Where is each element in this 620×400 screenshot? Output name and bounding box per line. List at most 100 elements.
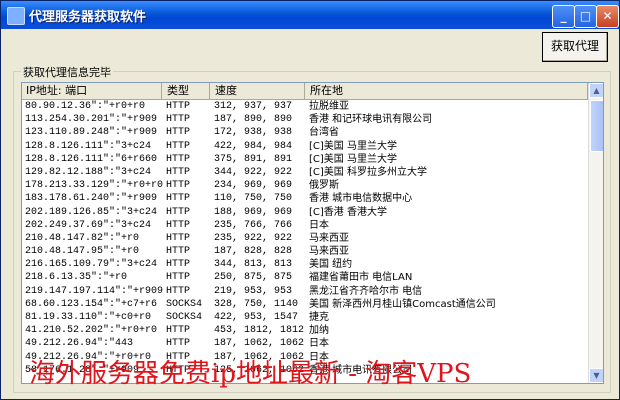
status-label: 获取代理信息完毕 xyxy=(21,64,113,80)
cell-type: HTTP xyxy=(166,285,191,297)
table-row[interactable]: 216.165.109.79":"3+c24 HTTP 344, 813, 813 美… xyxy=(22,258,588,271)
cell-ip: 129.82.12.188":"3+c24 xyxy=(25,166,152,178)
table-row[interactable]: 183.178.61.240":"+r909 HTTP 110, 750, 750 香… xyxy=(22,192,588,205)
cell-type: SOCKS4 xyxy=(166,312,203,323)
cell-type: HTTP xyxy=(166,338,191,350)
cell-speed: 187, 828, 828 xyxy=(214,246,293,258)
cell-speed: 422, 953, 1547 xyxy=(214,312,299,323)
column-header-ip[interactable]: IP地址: 端口 xyxy=(22,83,162,99)
cell-speed: 187, 1062, 1062 xyxy=(214,338,305,350)
cell-location: 美国 新泽西州月桂山镇Comcast通信公司 xyxy=(309,298,496,310)
cell-location: 马来西亚 xyxy=(309,246,349,258)
column-header-type[interactable]: 类型 xyxy=(163,83,210,99)
table-row[interactable]: 123.110.89.248":"+r909 HTTP 172, 938, 938 台… xyxy=(22,126,588,139)
minimize-button[interactable]: _ xyxy=(552,5,575,28)
cell-location: 美国 纽约 xyxy=(309,259,353,271)
table-row[interactable]: 80.90.12.36":"+r0+r0 HTTP 312, 937, 937 拉脱维… xyxy=(22,100,588,113)
list-rows: 80.90.12.36":"+r0+r0 HTTP 312, 937, 937 拉脱维… xyxy=(22,100,588,377)
cell-type: HTTP xyxy=(166,193,191,205)
cell-ip: 202.189.126.85":"3+c24 xyxy=(25,206,158,218)
cell-type: HTTP xyxy=(166,206,191,218)
cell-location: 日本 xyxy=(309,219,329,231)
table-row[interactable]: 218.6.13.35":"+r0 HTTP 250, 875, 875 福建省莆田市… xyxy=(22,271,588,284)
cell-ip: 219.147.197.114":"+r909 xyxy=(25,285,164,297)
close-button[interactable]: ✕ xyxy=(596,5,619,28)
cell-location: 日本 xyxy=(309,338,329,350)
cell-ip: 113.254.30.201":"+r909 xyxy=(25,114,158,126)
cell-ip: 68.60.123.154":"+c7+r6 xyxy=(25,298,158,310)
cell-ip: 210.48.147.82":"+r0 xyxy=(25,232,140,244)
cell-location: [C]香港 香港大学 xyxy=(309,206,387,218)
cell-location: 香港 和记环球电讯有限公司 xyxy=(309,114,433,126)
cell-location: [C]美国 马里兰大学 xyxy=(309,153,397,165)
table-row[interactable]: 81.19.33.110":"+c0+r0 SOCKS4 422, 953, 154… xyxy=(22,311,588,324)
cell-ip: 128.8.126.111":"6+r660 xyxy=(25,153,158,165)
cell-ip: 183.178.61.240":"+r909 xyxy=(25,193,158,205)
cell-type: HTTP xyxy=(166,219,191,231)
scroll-down-icon[interactable]: ▼ xyxy=(589,368,603,383)
cell-type: HTTP xyxy=(166,246,191,258)
cell-ip: 218.6.13.35":"+r0 xyxy=(25,272,128,284)
column-header-speed[interactable]: 速度 xyxy=(211,83,305,99)
scroll-up-icon[interactable]: ▲ xyxy=(589,83,603,98)
table-row[interactable]: 210.48.147.82":"+r0 HTTP 235, 922, 922 马来西亚 xyxy=(22,232,588,245)
cell-speed: 188, 969, 969 xyxy=(214,206,293,218)
maximize-button[interactable]: □ xyxy=(574,5,597,28)
proxy-list[interactable]: IP地址: 端口 类型 速度 所在地 80.90.12.36":"+r0+r0 H… xyxy=(21,82,604,384)
column-header-location[interactable]: 所在地 xyxy=(306,83,588,99)
table-row[interactable]: 68.60.123.154":"+c7+r6 SOCKS4 328, 750, 11… xyxy=(22,298,588,311)
table-row[interactable]: 128.8.126.111":"3+c24 HTTP 422, 984, 984 [C… xyxy=(22,140,588,153)
window-title: 代理服务器获取软件 xyxy=(29,10,147,25)
cell-speed: 344, 813, 813 xyxy=(214,259,293,271)
table-row[interactable]: 49.212.26.94":"443 HTTP 187, 1062, 1062 日本 xyxy=(22,337,588,350)
cell-location: 捷克 xyxy=(309,312,329,323)
cell-type: HTTP xyxy=(166,166,191,178)
cell-location: [C]美国 科罗拉多州立大学 xyxy=(309,166,427,178)
cell-speed: 422, 984, 984 xyxy=(214,140,293,152)
cell-speed: 187, 890, 890 xyxy=(214,114,293,126)
cell-ip: 210.48.147.95":"+r0 xyxy=(25,246,140,258)
scroll-thumb[interactable] xyxy=(590,100,603,152)
title-bar[interactable]: 代理服务器获取软件 _ □ ✕ xyxy=(1,1,619,29)
cell-type: HTTP xyxy=(166,259,191,271)
cell-ip: 128.8.126.111":"3+c24 xyxy=(25,140,152,152)
cell-location: 拉脱维亚 xyxy=(309,101,349,112)
cell-location: 福建省莆田市 电信LAN xyxy=(309,272,413,284)
table-row[interactable]: 129.82.12.188":"3+c24 HTTP 344, 922, 922 [C… xyxy=(22,166,588,179)
cell-speed: 234, 969, 969 xyxy=(214,180,293,192)
cell-speed: 172, 938, 938 xyxy=(214,127,293,139)
cell-ip: 41.210.52.202":"+r0+r0 xyxy=(25,325,158,337)
table-row[interactable]: 113.254.30.201":"+r909 HTTP 187, 890, 890 香… xyxy=(22,113,588,126)
app-window: 代理服务器获取软件 _ □ ✕ 获取代理 获取代理信息完毕 IP地址: 端口 类… xyxy=(0,0,620,400)
cell-type: HTTP xyxy=(166,153,191,165)
cell-speed: 110, 750, 750 xyxy=(214,193,293,205)
cell-speed: 328, 750, 1140 xyxy=(214,298,299,310)
watermark-text: 海外服务器免费ip地址最新 - 淘客VPS xyxy=(29,359,472,389)
cell-type: HTTP xyxy=(166,272,191,284)
table-row[interactable]: 202.249.37.69":"3+c24 HTTP 235, 766, 766 日本 xyxy=(22,219,588,232)
cell-ip: 49.212.26.94":"443 xyxy=(25,338,134,350)
cell-location: 黑龙江省齐齐哈尔市 电信 xyxy=(309,285,423,297)
cell-type: HTTP xyxy=(166,232,191,244)
cell-type: HTTP xyxy=(166,127,191,139)
fetch-proxy-button[interactable]: 获取代理 xyxy=(542,32,608,62)
cell-speed: 312, 937, 937 xyxy=(214,101,293,112)
table-row[interactable]: 41.210.52.202":"+r0+r0 HTTP 453, 1812, 181… xyxy=(22,324,588,337)
cell-location: 马来西亚 xyxy=(309,232,349,244)
cell-ip: 216.165.109.79":"3+c24 xyxy=(25,259,158,271)
table-row[interactable]: 178.213.33.129":"+r0+r0 HTTP 234, 969, 969… xyxy=(22,179,588,192)
table-row[interactable]: 219.147.197.114":"+r909 HTTP 219, 953, 953… xyxy=(22,285,588,298)
table-row[interactable]: 210.48.147.95":"+r0 HTTP 187, 828, 828 马来西亚 xyxy=(22,245,588,258)
cell-type: HTTP xyxy=(166,325,191,337)
cell-ip: 80.90.12.36":"+r0+r0 xyxy=(25,101,146,112)
cell-location: 加纳 xyxy=(309,325,329,337)
vertical-scrollbar[interactable]: ▲ ▼ xyxy=(588,83,603,383)
list-header: IP地址: 端口 类型 速度 所在地 xyxy=(22,83,588,100)
table-row[interactable]: 128.8.126.111":"6+r660 HTTP 375, 891, 891 [… xyxy=(22,153,588,166)
table-row[interactable]: 202.189.126.85":"3+c24 HTTP 188, 969, 969 [… xyxy=(22,206,588,219)
cell-type: SOCKS4 xyxy=(166,298,203,310)
cell-type: HTTP xyxy=(166,114,191,126)
cell-speed: 250, 875, 875 xyxy=(214,272,293,284)
cell-location: 香港 城市电信数据中心 xyxy=(309,193,413,205)
cell-location: 台湾省 xyxy=(309,127,339,139)
